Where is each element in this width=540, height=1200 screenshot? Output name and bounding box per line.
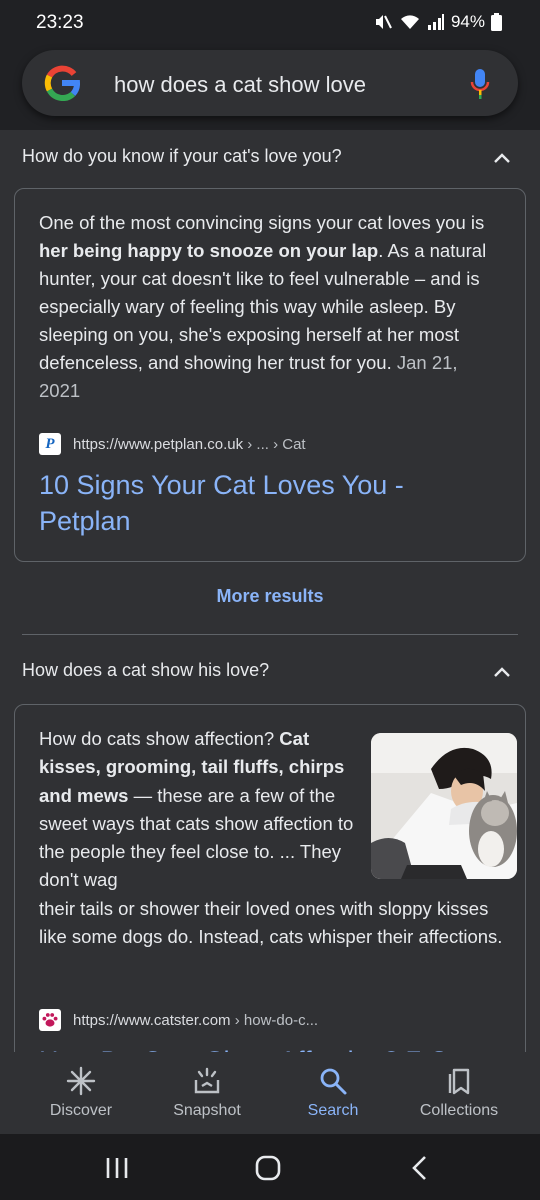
answer-card-2: How do cats show affection? Cat kisses, … — [14, 704, 526, 1052]
results-content[interactable]: How do you know if your cat's love you? … — [0, 130, 540, 1052]
wifi-icon — [399, 13, 421, 31]
discover-icon — [14, 1066, 148, 1096]
favicon-letter: P — [45, 435, 55, 452]
google-logo-icon[interactable] — [44, 65, 80, 101]
microphone-icon[interactable] — [470, 68, 490, 105]
nav-discover[interactable]: Discover — [14, 1066, 148, 1120]
battery-icon — [491, 13, 502, 31]
source-breadcrumb: › ... › Cat — [243, 435, 306, 453]
collections-icon — [392, 1066, 526, 1096]
chevron-up-icon[interactable] — [494, 150, 510, 168]
nav-snapshot[interactable]: Snapshot — [140, 1066, 274, 1120]
bottom-navigation: Discover Snapshot Search Collections — [0, 1052, 540, 1134]
petplan-favicon-icon: P — [39, 433, 61, 455]
back-icon[interactable] — [405, 1153, 435, 1183]
search-query[interactable]: how does a cat show love — [114, 72, 366, 98]
recents-icon[interactable] — [102, 1153, 132, 1183]
answer-card-1: One of the most convincing signs your ca… — [14, 188, 526, 562]
source-row[interactable]: https://www.catster.com › how-do-c... — [39, 1009, 318, 1031]
status-bar: 23:23 94% — [0, 0, 540, 46]
answer-snippet-left: How do cats show affection? Cat kisses, … — [39, 725, 355, 895]
battery-percent: 94% — [450, 12, 485, 31]
signal-icon — [427, 13, 445, 31]
home-icon[interactable] — [253, 1153, 283, 1183]
more-results-button[interactable]: More results — [0, 586, 540, 607]
nav-label: Discover — [49, 1102, 113, 1119]
question-row-2[interactable]: How does a cat show his love? — [22, 648, 518, 688]
source-breadcrumb: › how-do-c... — [230, 1011, 319, 1029]
chevron-up-icon[interactable] — [494, 664, 510, 682]
catster-paw-favicon-icon — [39, 1009, 61, 1031]
source-row[interactable]: P https://www.petplan.co.uk › ... › Cat — [39, 433, 306, 455]
search-box[interactable]: how does a cat show love — [22, 50, 518, 116]
answer-text: One of the most convincing signs your ca… — [39, 212, 485, 233]
system-navigation-bar — [0, 1134, 540, 1200]
question-text: How do you know if your cat's love you? — [22, 146, 342, 166]
answer-snippet-rest: their tails or shower their loved ones w… — [39, 895, 509, 952]
search-icon — [266, 1066, 400, 1096]
source-url: https://www.catster.com — [73, 1011, 231, 1029]
cat-thumbnail-image[interactable] — [371, 733, 517, 879]
nav-search[interactable]: Search — [266, 1066, 400, 1120]
answer-text: their tails or shower their loved ones w… — [39, 898, 503, 948]
search-header: how does a cat show love — [0, 46, 540, 130]
question-row-1[interactable]: How do you know if your cat's love you? — [22, 134, 518, 174]
answer-snippet: One of the most convincing signs your ca… — [39, 209, 503, 405]
nav-collections[interactable]: Collections — [392, 1066, 526, 1120]
result-title-link[interactable]: How Do Cats Show Affection? 7 Cat — [39, 1043, 479, 1052]
mute-icon — [373, 13, 393, 31]
question-text: How does a cat show his love? — [22, 660, 270, 680]
answer-highlight: her being happy to snooze on your lap — [39, 240, 379, 261]
nav-label: Collections — [419, 1102, 499, 1119]
snapshot-icon — [140, 1066, 274, 1096]
source-url: https://www.petplan.co.uk — [73, 435, 244, 453]
divider — [22, 634, 518, 635]
status-icons: 94% — [373, 12, 502, 32]
result-title-link[interactable]: 10 Signs Your Cat Loves You - Petplan — [39, 467, 479, 539]
nav-label: Search — [307, 1102, 359, 1119]
status-time: 23:23 — [36, 12, 84, 33]
answer-text: How do cats show affection? — [39, 728, 280, 749]
nav-label: Snapshot — [173, 1102, 241, 1119]
